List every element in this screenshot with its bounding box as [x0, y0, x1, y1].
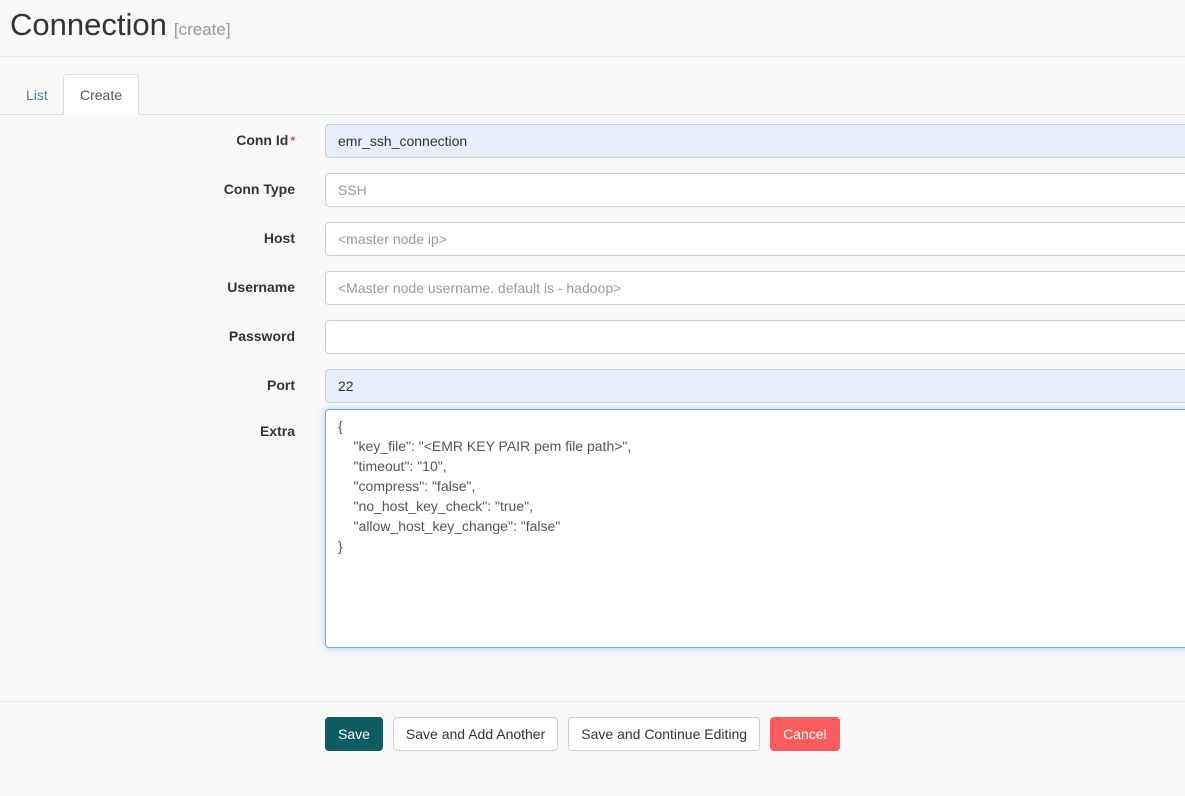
username-input[interactable]: [325, 271, 1185, 305]
form-actions: Save Save and Add Another Save and Conti…: [325, 717, 840, 751]
label-password: Password: [228, 328, 295, 344]
form-row-host: Host: [0, 213, 1185, 262]
connection-form: Conn Id* Conn Type Host Username Passwor…: [0, 115, 1185, 654]
label-extra: Extra: [259, 423, 295, 439]
label-port: Port: [267, 377, 295, 393]
tab-bar: List Create: [0, 74, 1185, 115]
extra-textarea[interactable]: [325, 409, 1185, 648]
footer-divider: [0, 701, 1185, 702]
cancel-button[interactable]: Cancel: [770, 717, 840, 751]
tab-create[interactable]: Create: [63, 74, 140, 115]
page-title-subtitle: [create]: [173, 20, 231, 39]
page-title-text: Connection: [10, 7, 167, 42]
label-conn-type: Conn Type: [223, 181, 295, 197]
form-row-extra: Extra: [0, 409, 1185, 654]
label-username: Username: [227, 279, 295, 295]
required-asterisk-icon: *: [290, 134, 295, 148]
save-button[interactable]: Save: [325, 717, 383, 751]
password-input[interactable]: [325, 320, 1185, 354]
conn-id-input[interactable]: [325, 124, 1185, 158]
form-row-conn-type: Conn Type: [0, 164, 1185, 213]
form-row-conn-id: Conn Id *: [0, 115, 1185, 164]
save-and-add-another-button[interactable]: Save and Add Another: [392, 717, 559, 751]
page-title: Connection [create]: [10, 6, 231, 49]
label-host: Host: [263, 230, 295, 246]
save-and-continue-editing-button[interactable]: Save and Continue Editing: [568, 717, 761, 751]
label-conn-id-text: Conn Id: [236, 132, 289, 148]
conn-type-input[interactable]: [325, 173, 1185, 207]
form-row-port: Port: [0, 360, 1185, 409]
form-row-username: Username: [0, 262, 1185, 311]
form-row-password: Password: [0, 311, 1185, 360]
tab-list[interactable]: List: [10, 74, 64, 115]
label-conn-id: Conn Id *: [0, 131, 295, 150]
host-input[interactable]: [325, 222, 1185, 256]
port-input[interactable]: [325, 369, 1185, 403]
page-header: Connection [create]: [0, 0, 1185, 57]
